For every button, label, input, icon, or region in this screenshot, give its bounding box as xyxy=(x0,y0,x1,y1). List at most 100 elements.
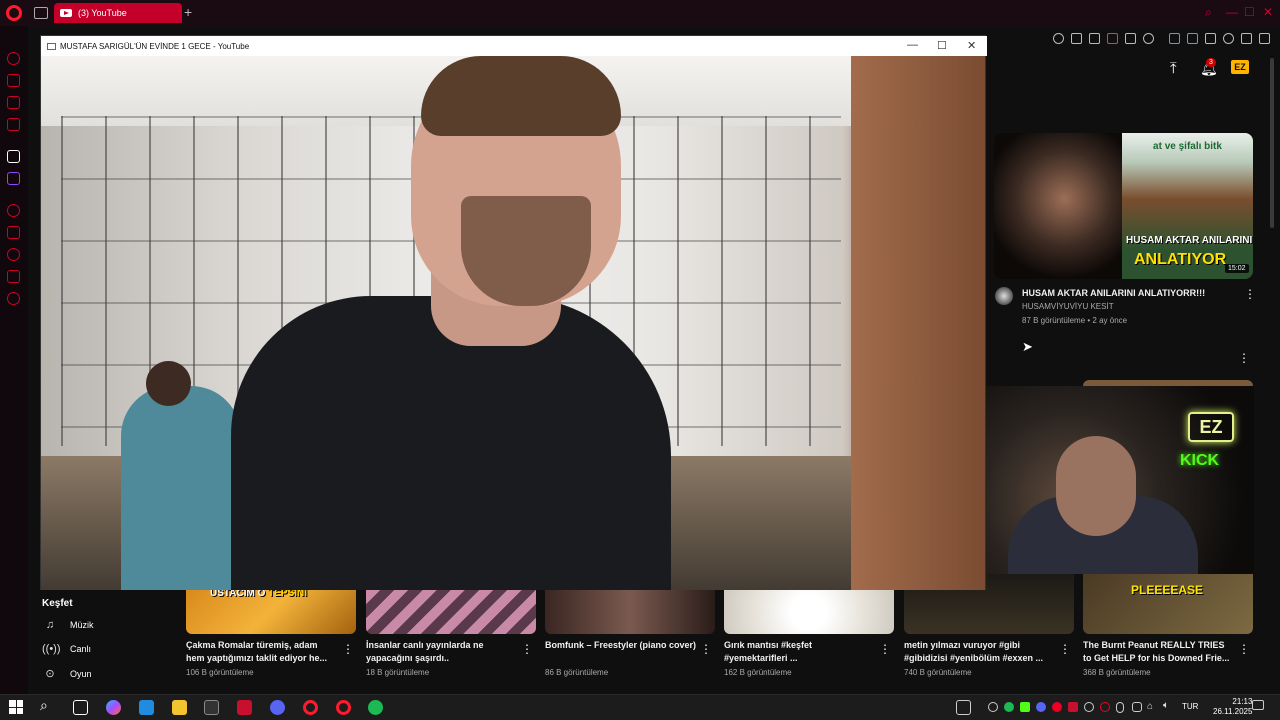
puzzle-icon[interactable] xyxy=(1205,33,1216,44)
more-options-icon[interactable]: ⋮ xyxy=(521,642,533,656)
edge-icon[interactable] xyxy=(139,700,154,715)
more-options-icon[interactable]: ⋮ xyxy=(1244,287,1256,301)
sidebar-twitch-icon[interactable] xyxy=(7,172,20,185)
video-views: 18 B görüntüleme xyxy=(366,668,430,677)
popup-maximize-button[interactable]: ☐ xyxy=(937,39,947,52)
explore-heading: Keşfet xyxy=(42,598,73,609)
network-icon[interactable]: ⌂ xyxy=(1147,701,1153,712)
search-icon[interactable]: ⌕ xyxy=(40,697,48,714)
popup-title: MUSTAFA SARIGÜL'ÜN EVİNDE 1 GECE - YouTu… xyxy=(60,41,250,51)
input-language[interactable]: TUR xyxy=(1182,702,1198,711)
popup-close-button[interactable]: ✕ xyxy=(967,39,976,52)
channel-avatar[interactable] xyxy=(995,287,1013,305)
zoom-icon[interactable] xyxy=(1053,33,1064,44)
keyboard-icon[interactable] xyxy=(956,700,971,715)
video-title[interactable]: metin yılmazı vuruyor #gibi #gibidizisi … xyxy=(904,639,1056,665)
more-options-icon[interactable]: ⋮ xyxy=(1059,642,1071,656)
snapshot-icon[interactable] xyxy=(1089,33,1100,44)
microphone-icon[interactable] xyxy=(1116,702,1124,713)
more-options-icon[interactable]: ⋮ xyxy=(700,642,712,656)
thumbnail-overlay-text: PLEEEEASE xyxy=(1131,583,1204,597)
voicemeeter-icon[interactable] xyxy=(237,700,252,715)
notification-center-icon[interactable] xyxy=(1252,700,1264,710)
opera-icon[interactable] xyxy=(303,700,318,715)
more-options-icon[interactable]: ⋮ xyxy=(342,642,354,656)
play-icon[interactable] xyxy=(1125,33,1136,44)
menu-icon[interactable] xyxy=(1259,33,1270,44)
browser-sidebar xyxy=(0,26,28,694)
clock[interactable]: 21:13 26.11.2025 xyxy=(1213,697,1252,717)
search-icon[interactable]: ⌕ xyxy=(1205,5,1212,20)
opera-gx-icon[interactable] xyxy=(336,700,351,715)
video-duration-badge: 15:02 xyxy=(1225,264,1249,273)
tray-kick-icon[interactable] xyxy=(1020,702,1030,712)
explore-item-music[interactable]: ♫ Müzik xyxy=(42,619,94,631)
window-close-button[interactable]: ✕ xyxy=(1263,5,1273,19)
sidebar-messenger-icon[interactable] xyxy=(7,96,20,109)
more-options-icon[interactable]: ⋮ xyxy=(1238,642,1250,656)
spotify-icon[interactable] xyxy=(368,700,383,715)
tray-app-icon[interactable] xyxy=(1068,702,1078,712)
page-scrollbar[interactable] xyxy=(1270,58,1274,228)
tray-steam-icon[interactable] xyxy=(988,702,998,712)
popup-titlebar[interactable]: MUSTAFA SARIGÜL'ÜN EVİNDE 1 GECE - YouTu… xyxy=(41,36,987,56)
tray-app-icon[interactable] xyxy=(1100,702,1110,712)
more-options-icon[interactable]: ⋮ xyxy=(1238,351,1250,365)
sidebar-tiktok-icon[interactable] xyxy=(7,150,20,163)
explore-item-live[interactable]: ((•)) Canlı xyxy=(42,643,91,655)
window-maximize-button[interactable]: ☐ xyxy=(1244,5,1255,19)
video-title[interactable]: İnsanlar canlı yayınlarda ne yapacağını … xyxy=(366,639,518,665)
recommended-video-thumbnail[interactable]: at ve şifalı bitk HUSAM AKTAR ANILARINI … xyxy=(994,133,1253,279)
volume-icon[interactable]: 🔈︎ xyxy=(1163,700,1169,711)
video-title[interactable]: Bomfunk – Freestyler (piano cover) xyxy=(545,639,697,652)
sidebar-aria-icon[interactable] xyxy=(7,74,20,87)
recommended-video-channel[interactable]: HUSAMVİYUVİYU KESİT xyxy=(1022,302,1114,311)
sidebar-extensions-icon[interactable] xyxy=(7,270,20,283)
sidebar-history-icon[interactable] xyxy=(7,52,20,65)
account-avatar[interactable]: EZ xyxy=(1231,60,1249,74)
profile-icon[interactable] xyxy=(1223,33,1234,44)
video-frame[interactable] xyxy=(41,56,985,590)
sidebar-player-icon[interactable] xyxy=(7,204,20,217)
video-thumbnail[interactable] xyxy=(366,590,536,634)
windows-start-icon[interactable] xyxy=(9,700,23,714)
thumbnail-caption-line2: ANLATIYOR xyxy=(1134,251,1227,268)
file-explorer-icon[interactable] xyxy=(172,700,187,715)
sidebar-clock-icon[interactable] xyxy=(7,248,20,261)
upload-icon[interactable]: ⤒ xyxy=(1170,60,1177,77)
video-title[interactable]: Çakma Romalar türemiş, adam hem yaptığım… xyxy=(186,639,338,665)
video-title[interactable]: Gırık mantısı #keşfet #yemektarifleri ..… xyxy=(724,639,876,665)
discord-icon[interactable] xyxy=(270,700,285,715)
tray-discord-icon[interactable] xyxy=(1036,702,1046,712)
speaker-icon[interactable] xyxy=(1169,33,1180,44)
pin-icon[interactable] xyxy=(1071,33,1082,44)
new-tab-button[interactable]: + xyxy=(184,4,192,20)
tray-app-icon[interactable] xyxy=(1132,702,1142,712)
video-thumbnail[interactable] xyxy=(545,590,715,634)
shield-icon[interactable] xyxy=(1107,33,1118,44)
obs-icon[interactable] xyxy=(204,700,219,715)
tab-youtube[interactable]: (3) YouTube xyxy=(54,3,182,23)
sidebar-settings-icon[interactable] xyxy=(7,292,20,305)
popup-minimize-button[interactable]: — xyxy=(907,39,918,51)
sidebar-bookmarks-icon[interactable] xyxy=(7,226,20,239)
tab-title: (3) YouTube xyxy=(78,8,127,18)
more-options-icon[interactable]: ⋮ xyxy=(879,642,891,656)
copilot-icon[interactable] xyxy=(106,700,121,715)
tray-app-icon[interactable] xyxy=(1084,702,1094,712)
recommended-video-title[interactable]: HUSAM AKTAR ANILARINI ANLATIYORR!!! xyxy=(1022,288,1237,298)
download-icon[interactable] xyxy=(1241,33,1252,44)
video-thumbnail[interactable] xyxy=(724,590,894,634)
sidebar-instagram-icon[interactable] xyxy=(7,118,20,131)
video-title[interactable]: The Burnt Peanut REALLY TRIES to Get HEL… xyxy=(1083,639,1235,665)
window-minimize-button[interactable]: — xyxy=(1226,5,1238,19)
translate-icon[interactable] xyxy=(1187,33,1198,44)
task-view-icon[interactable] xyxy=(73,700,88,715)
opera-logo-icon[interactable] xyxy=(6,5,22,21)
video-popup-window[interactable]: MUSTAFA SARIGÜL'ÜN EVİNDE 1 GECE - YouTu… xyxy=(40,35,987,590)
heart-icon[interactable] xyxy=(1143,33,1154,44)
tray-spotify-icon[interactable] xyxy=(1004,702,1014,712)
tab-menu-icon[interactable] xyxy=(34,7,48,19)
explore-item-gaming[interactable]: ⊙ Oyun xyxy=(42,667,91,680)
tray-app-icon[interactable] xyxy=(1052,702,1062,712)
